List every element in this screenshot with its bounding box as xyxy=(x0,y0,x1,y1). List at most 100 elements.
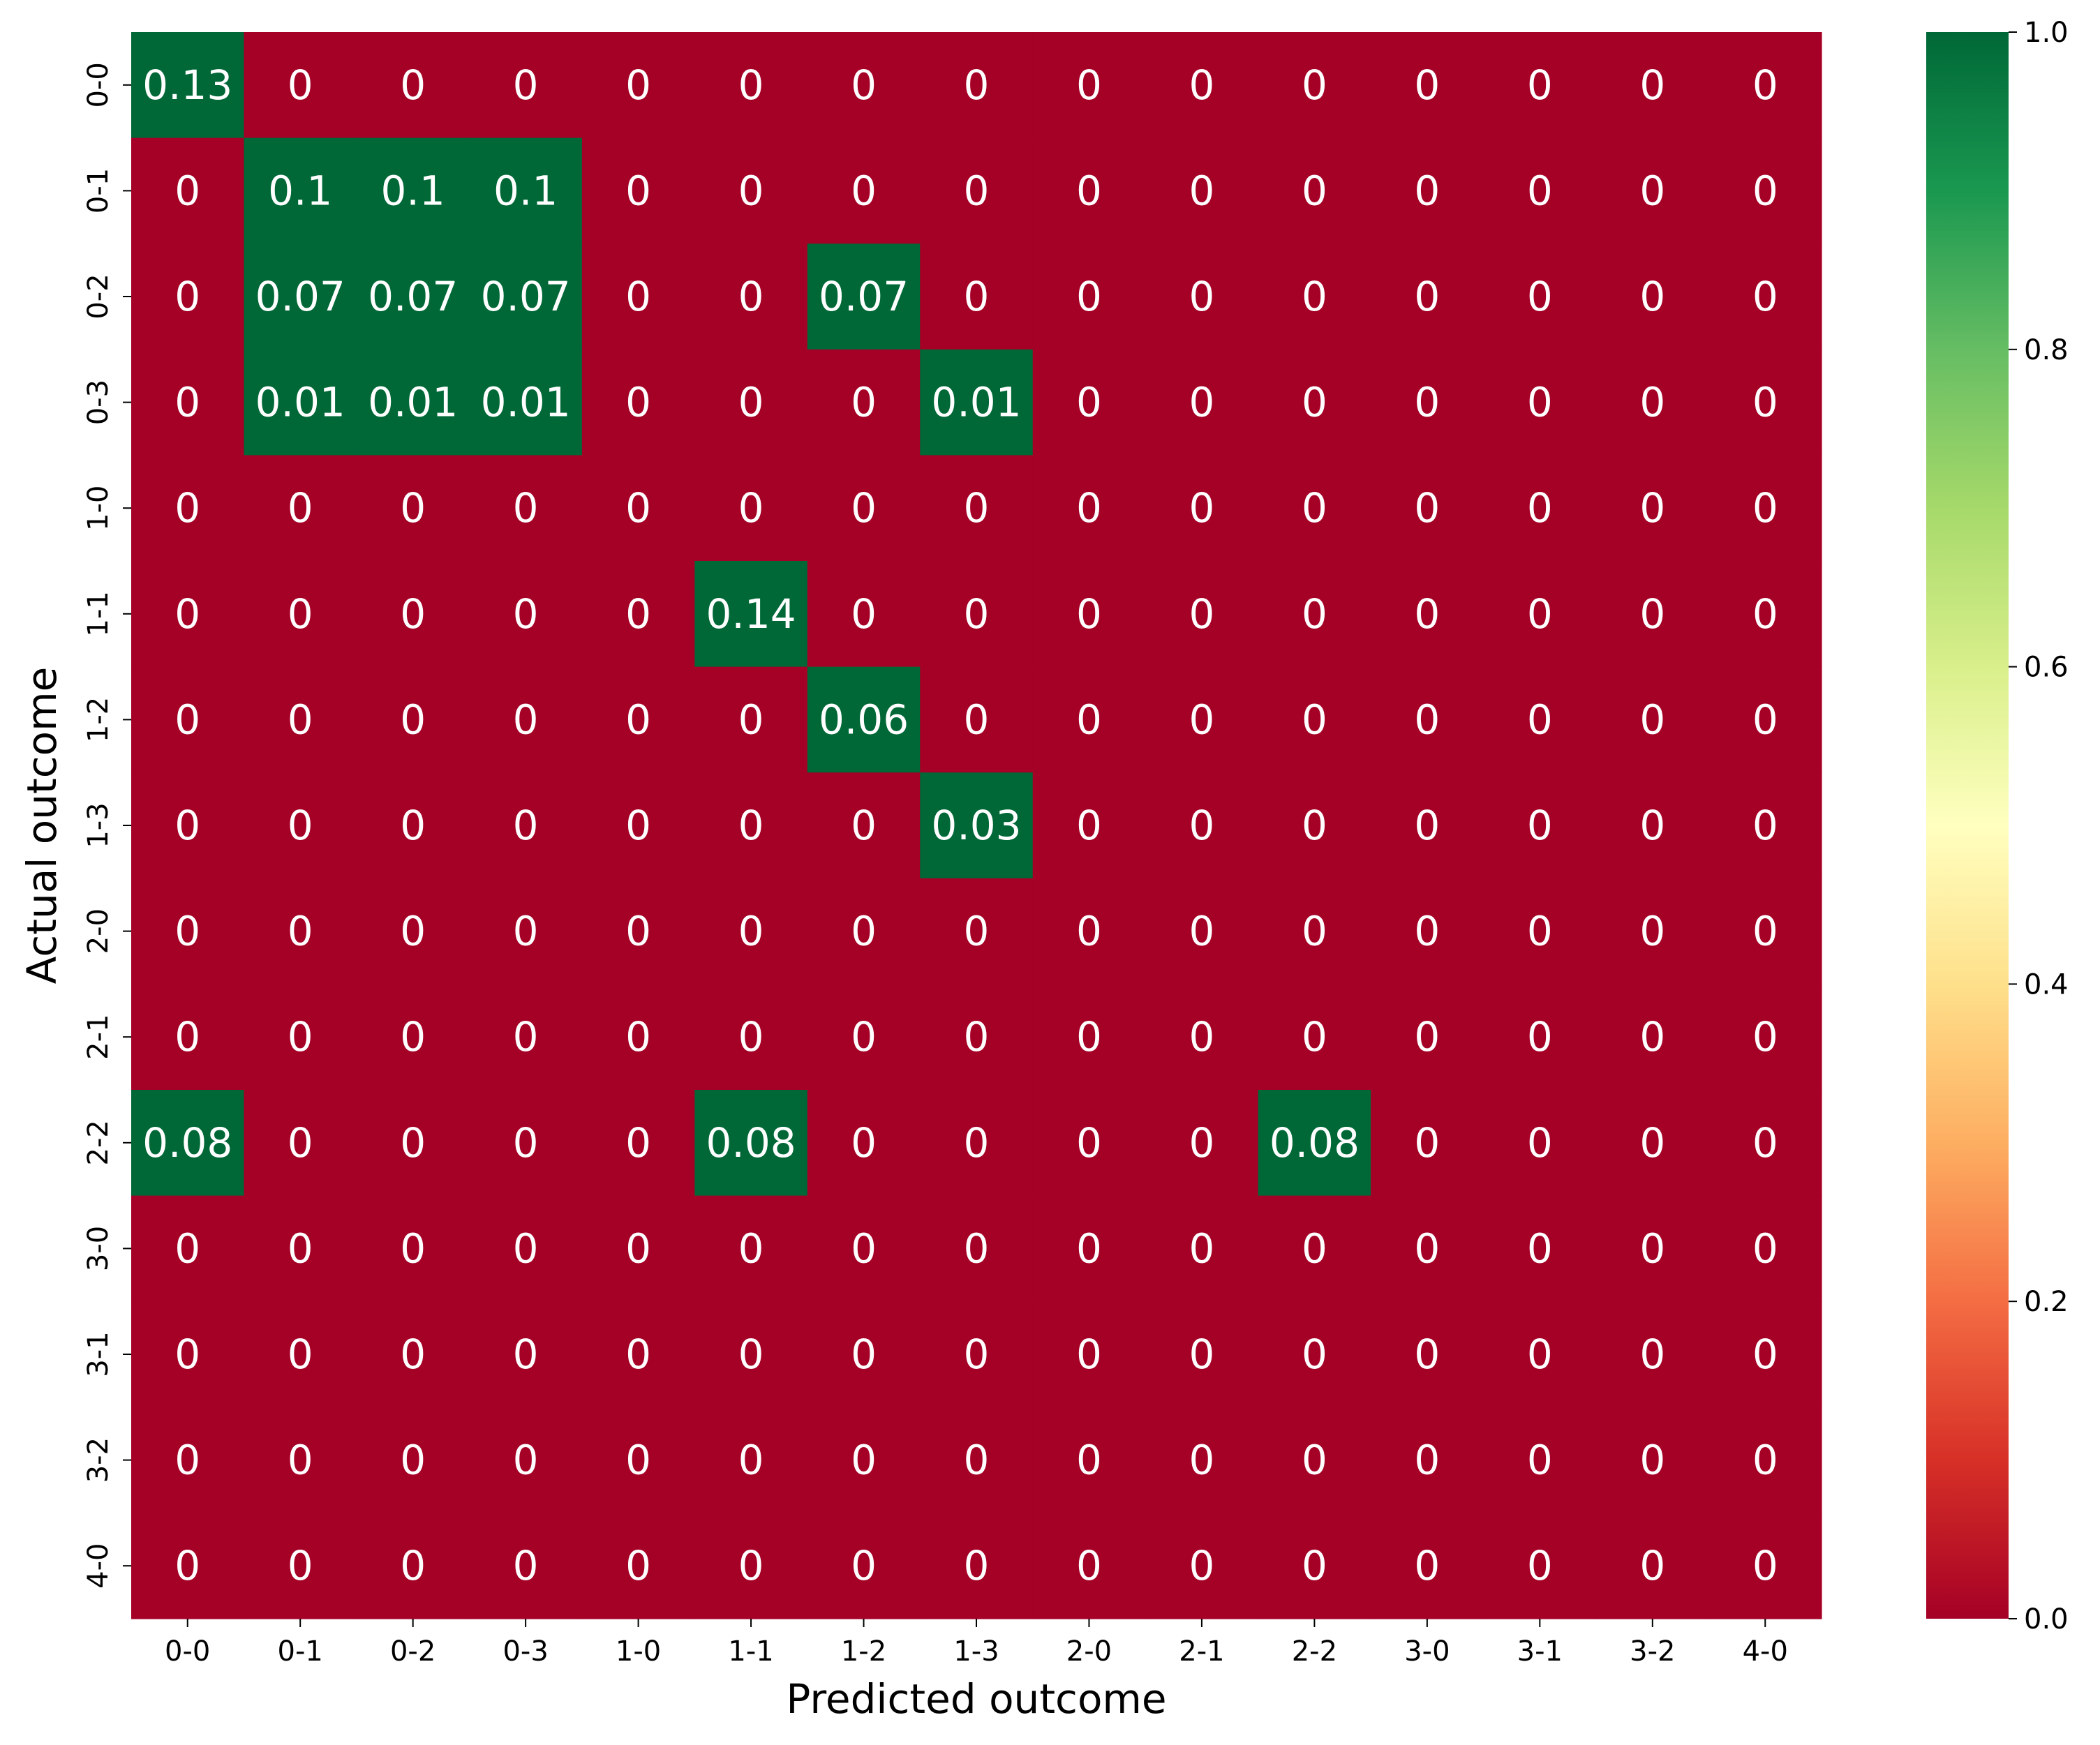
cell-value-label: 0 xyxy=(400,1542,426,1589)
cell-value-label: 0 xyxy=(513,1119,539,1167)
heatmap-chart: 0.13 0 0 0 0 0 0 0 0 0 0 0 0 0 00 0.1 0.1 0.1 0 0 0 0 0 0 0 0 0 0 00… xyxy=(18,17,2069,1723)
cell-value-label: 0.1 xyxy=(381,167,445,214)
cell-value-label: 0.01 xyxy=(368,379,458,426)
cell-value-label: 0 xyxy=(851,1542,877,1589)
cell-value-label: 0 xyxy=(738,1331,764,1378)
cell-value-label: 0 xyxy=(288,484,313,532)
colorbar-gradient xyxy=(1926,32,2009,1619)
cell-value-label: 0 xyxy=(1639,273,1665,320)
cell-value-label: 0 xyxy=(964,908,990,955)
cell-value-label: 0 xyxy=(738,696,764,743)
cell-value-label: 0 xyxy=(288,1542,313,1589)
cell-value-label: 0.03 xyxy=(931,802,1021,849)
cell-value-label: 0 xyxy=(625,802,651,849)
cell-value-label: 0 xyxy=(174,696,200,743)
cell-value-label: 0 xyxy=(1414,696,1440,743)
cell-value-label: 0 xyxy=(1302,802,1327,849)
cell-value-label: 0 xyxy=(1752,1119,1778,1167)
cell-value-label: 0 xyxy=(1639,1119,1665,1167)
colorbar-tick-label: 1.0 xyxy=(2024,17,2069,49)
cell-value-label: 0 xyxy=(400,1013,426,1061)
cell-value-label: 0 xyxy=(400,1225,426,1272)
cell-value-label: 0 xyxy=(1527,802,1553,849)
cell-value-label: 0 xyxy=(400,908,426,955)
cell-value-label: 0 xyxy=(964,696,990,743)
cell-value-label: 0 xyxy=(964,484,990,532)
cell-value-label: 0 xyxy=(513,1437,539,1484)
y-tick-label: 2-2 xyxy=(82,1120,114,1165)
cell-value-label: 0 xyxy=(174,1225,200,1272)
cell-value-label: 0 xyxy=(1302,590,1327,638)
cell-value-label: 0 xyxy=(1752,1225,1778,1272)
cell-value-label: 0 xyxy=(288,1225,313,1272)
x-tick-label: 2-0 xyxy=(1066,1635,1112,1668)
cell-value-label: 0 xyxy=(174,273,200,320)
cell-value-label: 0 xyxy=(1414,908,1440,955)
cell-value-label: 0 xyxy=(288,802,313,849)
cell-value-label: 0 xyxy=(1639,1013,1665,1061)
cell-value-label: 0 xyxy=(964,273,990,320)
cell-value-label: 0 xyxy=(1302,379,1327,426)
y-axis-ticks: 0-0 0-1 0-2 0-3 1-0 1-1 1-2 1-3 2-0 2-1 2-2 3-0 3-1 3… xyxy=(82,62,131,1589)
cell-value-label: 0.01 xyxy=(255,379,345,426)
x-tick-label: 0-1 xyxy=(278,1635,323,1668)
cell-value-label: 0 xyxy=(1076,1013,1102,1061)
cell-value-label: 0 xyxy=(1639,167,1665,214)
x-tick-label: 2-2 xyxy=(1292,1635,1337,1668)
cell-value-label: 0 xyxy=(1076,908,1102,955)
colorbar-tick-label: 0.6 xyxy=(2024,652,2069,684)
x-tick-label: 0-2 xyxy=(390,1635,435,1668)
cell-value-label: 0 xyxy=(1076,273,1102,320)
cell-value-label: 0 xyxy=(1527,484,1553,532)
cell-value-label: 0 xyxy=(1527,273,1553,320)
y-tick-label: 0-2 xyxy=(82,274,114,319)
cell-value-label: 0 xyxy=(1414,802,1440,849)
cell-value-label: 0 xyxy=(1639,484,1665,532)
cell-value-label: 0 xyxy=(1189,1542,1214,1589)
cell-value-label: 0.01 xyxy=(481,379,571,426)
cell-value-label: 0.14 xyxy=(706,590,796,638)
cell-value-label: 0 xyxy=(964,1542,990,1589)
cell-value-label: 0 xyxy=(851,379,877,426)
cell-value-label: 0 xyxy=(1076,696,1102,743)
cell-value-label: 0 xyxy=(1302,484,1327,532)
cell-value-label: 0 xyxy=(625,696,651,743)
cell-value-label: 0 xyxy=(851,1013,877,1061)
y-tick-label: 1-1 xyxy=(82,591,114,636)
cell-value-label: 0.1 xyxy=(493,167,558,214)
cell-value-label: 0 xyxy=(400,590,426,638)
cell-value-label: 0 xyxy=(513,1331,539,1378)
cell-value-label: 0.07 xyxy=(368,273,458,320)
cell-value-label: 0 xyxy=(851,1225,877,1272)
cell-value-label: 0 xyxy=(625,484,651,532)
cell-value-label: 0 xyxy=(1302,1437,1327,1484)
cell-value-label: 0 xyxy=(1639,1542,1665,1589)
cell-value-label: 0 xyxy=(1076,167,1102,214)
cell-value-label: 0 xyxy=(174,1013,200,1061)
cell-value-label: 0 xyxy=(1752,379,1778,426)
cell-value-label: 0 xyxy=(851,908,877,955)
cell-value-label: 0 xyxy=(1527,908,1553,955)
y-tick-label: 3-1 xyxy=(82,1331,114,1377)
cell-value-label: 0 xyxy=(625,61,651,109)
cell-value-label: 0 xyxy=(1527,167,1553,214)
cell-value-label: 0 xyxy=(174,167,200,214)
cell-value-label: 0 xyxy=(400,1119,426,1167)
cell-value-label: 0 xyxy=(174,802,200,849)
cell-value-label: 0 xyxy=(400,696,426,743)
cell-value-label: 0 xyxy=(513,802,539,849)
cell-value-label: 0 xyxy=(1752,1437,1778,1484)
cell-value-label: 0 xyxy=(964,590,990,638)
cell-value-label: 0 xyxy=(1527,379,1553,426)
cell-value-label: 0 xyxy=(174,908,200,955)
x-tick-label: 1-3 xyxy=(953,1635,999,1668)
colorbar-ticks: 0.0 0.2 0.4 0.6 0.8 1.0 xyxy=(2009,17,2069,1635)
cell-value-label: 0 xyxy=(1414,273,1440,320)
cell-value-label: 0 xyxy=(851,802,877,849)
y-tick-label: 1-0 xyxy=(82,486,114,531)
cell-value-label: 0 xyxy=(1414,484,1440,532)
colorbar: 0.0 0.2 0.4 0.6 0.8 1.0 xyxy=(1926,17,2069,1635)
cell-value-label: 0 xyxy=(1527,1542,1553,1589)
cell-value-label: 0 xyxy=(1076,1437,1102,1484)
cell-value-label: 0 xyxy=(1189,1225,1214,1272)
